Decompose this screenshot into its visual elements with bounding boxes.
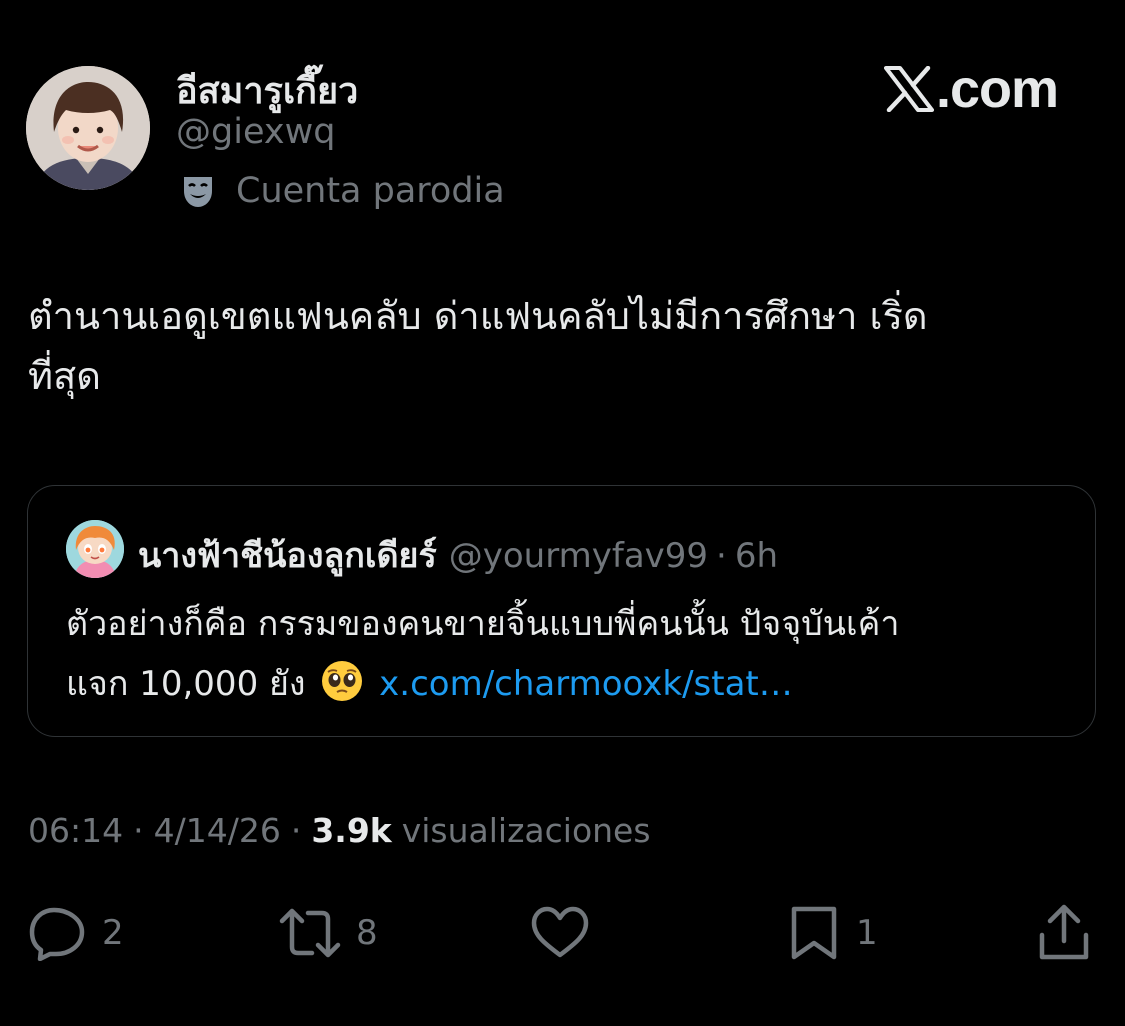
meta-separator: · (133, 811, 144, 850)
author-display-name[interactable]: อีสมารูเกี๊ยว (176, 62, 358, 119)
repost-button[interactable]: 8 (278, 898, 378, 968)
parody-label: Cuenta parodia (236, 171, 505, 211)
heart-icon (531, 906, 589, 958)
like-button[interactable] (530, 898, 604, 968)
tweet-date[interactable]: 4/14/26 (154, 811, 281, 850)
reply-count: 2 (102, 913, 124, 953)
x-logo-icon (884, 66, 934, 112)
bookmark-button[interactable]: 1 (786, 898, 878, 968)
tweet-text: ตำนานเอดูเขตแฟนคลับ ด่าแฟนคลับไม่มีการศึ… (28, 286, 1098, 406)
quoted-author-name[interactable]: นางฟ้าชีน้องลูกเดียร์ (138, 528, 437, 582)
quoted-author-handle[interactable]: @yourmyfav99 (449, 536, 708, 576)
tweet-time[interactable]: 06:14 (28, 811, 123, 850)
quoted-tweet-link[interactable]: x.com/charmooxk/stat… (379, 664, 793, 704)
quoted-time-separator: · (716, 536, 727, 576)
bookmark-icon (791, 906, 837, 960)
pleading-face-icon (322, 661, 363, 701)
author-handle[interactable]: @giexwq (176, 112, 335, 152)
quoted-tweet-time[interactable]: 6h (735, 536, 778, 576)
share-icon (1039, 904, 1089, 960)
share-button[interactable] (1036, 898, 1092, 968)
brand-domain-text: .com (936, 59, 1059, 119)
parody-label-row: Cuenta parodia (178, 170, 505, 212)
tweet-meta: 06:14 · 4/14/26 · 3.9k visualizaciones (28, 811, 651, 850)
reply-icon (29, 907, 85, 961)
quoted-text-line-1: ตัวอย่างก็คือ กรรมของคนขายจิ้นแบบพี่คนนั… (66, 604, 900, 644)
tweet-text-line-2: ที่สุด (28, 354, 101, 398)
meta-separator: · (290, 811, 302, 850)
repost-count: 8 (356, 913, 378, 953)
brand-logo: .com (884, 58, 1059, 120)
views-label: visualizaciones (401, 811, 651, 850)
tweet-text-line-1: ตำนานเอดูเขตแฟนคลับ ด่าแฟนคลับไม่มีการศึ… (28, 294, 928, 338)
repost-icon (279, 908, 341, 958)
views-count: 3.9k (311, 811, 392, 850)
bookmark-count: 1 (856, 913, 878, 953)
quoted-tweet-text: ตัวอย่างก็คือ กรรมของคนขายจิ้นแบบพี่คนนั… (66, 594, 1076, 714)
quoted-tweet-card[interactable]: นางฟ้าชีน้องลูกเดียร์ @yourmyfav99 · 6h … (27, 485, 1096, 737)
quoted-text-line-2: แจก 10,000 ยัง (66, 664, 306, 704)
reply-button[interactable]: 2 (28, 898, 124, 968)
quoted-author-avatar[interactable] (66, 520, 124, 578)
author-avatar[interactable] (26, 66, 150, 190)
theater-mask-icon (184, 177, 212, 207)
quoted-tweet-header: นางฟ้าชีน้องลูกเดียร์ @yourmyfav99 · 6h (138, 528, 778, 582)
